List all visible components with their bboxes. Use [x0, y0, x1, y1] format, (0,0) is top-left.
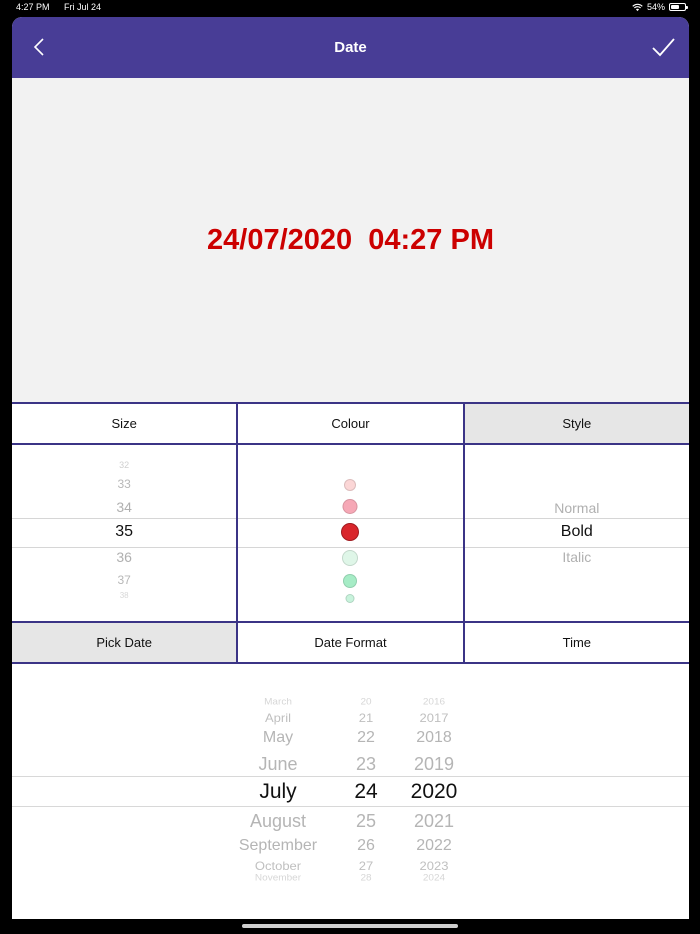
- size-picker[interactable]: 32 33 34 35 36 37 38: [12, 445, 239, 621]
- year-option[interactable]: 2017: [401, 710, 467, 724]
- tab-size-label: Size: [111, 416, 137, 431]
- nav-title: Date: [334, 39, 367, 56]
- size-option[interactable]: 35: [12, 523, 236, 541]
- month-option[interactable]: October: [208, 858, 348, 872]
- month-option[interactable]: April: [208, 710, 348, 724]
- status-bar: 4:27 PM Fri Jul 24 54%: [0, 0, 700, 16]
- colour-swatch[interactable]: [344, 479, 357, 491]
- home-indicator: [242, 924, 458, 928]
- year-option[interactable]: 2021: [401, 811, 467, 832]
- year-option[interactable]: 2018: [401, 729, 467, 747]
- status-left: 4:27 PM Fri Jul 24: [16, 2, 113, 12]
- tab-date-format-label: Date Format: [314, 635, 387, 650]
- done-button[interactable]: [649, 33, 677, 61]
- tab-style[interactable]: Style: [464, 404, 689, 443]
- tab-pick-date[interactable]: Pick Date: [12, 623, 239, 662]
- size-option[interactable]: 38: [12, 591, 236, 600]
- style-option[interactable]: Italic: [465, 549, 689, 565]
- year-option[interactable]: 2022: [401, 837, 467, 855]
- colour-swatch[interactable]: [341, 523, 360, 541]
- style-pickers: 32 33 34 35 36 37 38 Normal Bold Italic: [12, 445, 689, 621]
- preview-text: 24/07/2020 04:27 PM: [207, 224, 494, 256]
- selection-line: [238, 547, 463, 548]
- tab-pick-date-label: Pick Date: [96, 635, 152, 650]
- date-picker-wheel[interactable]: March April May June July August September Octo…: [12, 664, 689, 919]
- battery-icon: [669, 3, 688, 11]
- status-date: Fri Jul 24: [64, 2, 102, 12]
- year-option[interactable]: 2024: [401, 874, 467, 884]
- tab-time-label: Time: [562, 635, 592, 650]
- selection-line: [464, 547, 689, 548]
- day-option[interactable]: 21: [342, 710, 390, 724]
- nav-bar: Date: [12, 17, 689, 78]
- selection-line: [12, 547, 237, 548]
- style-option[interactable]: Bold: [465, 523, 689, 541]
- year-option[interactable]: 2020: [401, 780, 467, 804]
- day-option[interactable]: 26: [342, 837, 390, 855]
- size-option[interactable]: 33: [12, 477, 236, 491]
- font-style-picker[interactable]: Normal Bold Italic: [464, 445, 689, 621]
- colour-swatch[interactable]: [342, 499, 358, 514]
- tab-time[interactable]: Time: [464, 623, 689, 662]
- month-option[interactable]: March: [208, 698, 348, 708]
- day-option[interactable]: 28: [342, 874, 390, 884]
- wifi-icon: [632, 3, 643, 11]
- day-option[interactable]: 25: [342, 811, 390, 832]
- colour-picker[interactable]: [238, 445, 465, 621]
- size-option[interactable]: 37: [12, 573, 236, 587]
- selection-line: [464, 518, 689, 519]
- style-option[interactable]: Normal: [465, 500, 689, 516]
- status-right: 54%: [632, 2, 688, 12]
- tab-colour[interactable]: Colour: [238, 404, 465, 443]
- day-option[interactable]: 22: [342, 729, 390, 747]
- month-option[interactable]: May: [208, 729, 348, 747]
- date-tabs: Pick Date Date Format Time: [12, 621, 689, 664]
- year-option[interactable]: 2016: [401, 698, 467, 708]
- selection-line: [12, 518, 237, 519]
- style-tabs: Size Colour Style: [12, 402, 689, 445]
- tab-date-format[interactable]: Date Format: [238, 623, 465, 662]
- size-option[interactable]: 34: [12, 499, 236, 515]
- colour-swatch[interactable]: [342, 550, 359, 566]
- day-option[interactable]: 23: [342, 754, 390, 775]
- tab-size[interactable]: Size: [12, 404, 239, 443]
- back-button[interactable]: [28, 35, 52, 59]
- date-editor-sheet: Date 24/07/2020 04:27 PM Size Colour Sty…: [12, 17, 689, 919]
- month-option[interactable]: September: [208, 837, 348, 855]
- chevron-left-icon: [33, 38, 44, 56]
- year-option[interactable]: 2019: [401, 754, 467, 775]
- battery-percent: 54%: [646, 2, 665, 12]
- selection-line: [238, 518, 463, 519]
- size-option[interactable]: 32: [12, 460, 236, 470]
- month-option[interactable]: June: [208, 754, 348, 775]
- year-option[interactable]: 2023: [401, 858, 467, 872]
- selection-line: [12, 806, 689, 807]
- colour-swatch[interactable]: [345, 594, 355, 603]
- month-option[interactable]: July: [208, 780, 348, 804]
- status-time: 4:27 PM: [16, 2, 50, 12]
- tab-style-label: Style: [562, 416, 592, 431]
- tab-colour-label: Colour: [331, 416, 370, 431]
- day-option[interactable]: 24: [342, 780, 390, 804]
- day-option[interactable]: 20: [342, 698, 390, 708]
- month-option[interactable]: November: [208, 874, 348, 884]
- month-option[interactable]: August: [208, 811, 348, 832]
- checkmark-icon: [652, 38, 675, 57]
- size-option[interactable]: 36: [12, 549, 236, 565]
- colour-swatch[interactable]: [343, 574, 358, 588]
- selection-line: [12, 776, 689, 777]
- day-option[interactable]: 27: [342, 858, 390, 872]
- date-preview: 24/07/2020 04:27 PM: [12, 78, 689, 403]
